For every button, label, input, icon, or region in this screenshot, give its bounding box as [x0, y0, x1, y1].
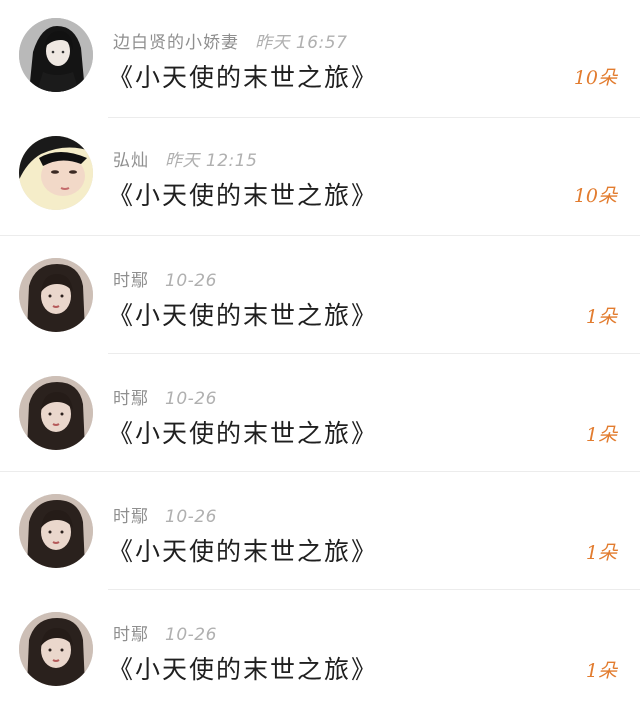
item-meta: 时鄢 10-26	[113, 620, 217, 645]
user-name[interactable]: 边白贤的小娇妻	[113, 28, 239, 53]
list-item[interactable]: 弘灿 昨天 12:15 《小天使的末世之旅》 10朵	[0, 118, 640, 236]
user-name[interactable]: 弘灿	[113, 146, 149, 171]
timestamp: 昨天 16:57	[255, 33, 348, 53]
avatar-photo-icon	[19, 494, 93, 568]
avatar[interactable]	[19, 612, 93, 686]
work-title[interactable]: 《小天使的末世之旅》	[108, 532, 378, 568]
timestamp: 昨天 12:15	[165, 151, 258, 171]
avatar[interactable]	[19, 258, 93, 332]
timestamp: 10-26	[165, 507, 217, 527]
user-name[interactable]: 时鄢	[113, 620, 149, 645]
user-name[interactable]: 时鄢	[113, 502, 149, 527]
avatar-photo-icon	[19, 258, 93, 332]
user-name[interactable]: 时鄢	[113, 384, 149, 409]
list-item[interactable]: 时鄢 10-26 《小天使的末世之旅》 1朵	[0, 354, 640, 472]
avatar[interactable]	[19, 376, 93, 450]
avatar[interactable]	[19, 136, 93, 210]
work-title[interactable]: 《小天使的末世之旅》	[108, 176, 378, 212]
item-meta: 时鄢 10-26	[113, 266, 217, 291]
timestamp: 10-26	[165, 625, 217, 645]
work-title[interactable]: 《小天使的末世之旅》	[108, 414, 378, 450]
user-name[interactable]: 时鄢	[113, 266, 149, 291]
flower-count: 10朵	[573, 185, 617, 207]
avatar[interactable]	[19, 494, 93, 568]
flower-count: 1朵	[585, 542, 617, 564]
avatar[interactable]	[19, 18, 93, 92]
item-meta: 弘灿 昨天 12:15	[113, 146, 258, 171]
flower-count: 1朵	[585, 306, 617, 328]
flower-count: 10朵	[573, 67, 617, 89]
item-meta: 时鄢 10-26	[113, 502, 217, 527]
avatar-photo-icon	[19, 136, 93, 210]
flower-count: 1朵	[585, 660, 617, 682]
list-item[interactable]: 时鄢 10-26 《小天使的末世之旅》 1朵	[0, 590, 640, 703]
timestamp: 10-26	[165, 389, 217, 409]
item-meta: 边白贤的小娇妻 昨天 16:57	[113, 28, 348, 53]
list-item[interactable]: 时鄢 10-26 《小天使的末世之旅》 1朵	[0, 236, 640, 354]
list-item[interactable]: 边白贤的小娇妻 昨天 16:57 《小天使的末世之旅》 10朵	[0, 0, 640, 118]
work-title[interactable]: 《小天使的末世之旅》	[108, 650, 378, 686]
item-meta: 时鄢 10-26	[113, 384, 217, 409]
flower-count: 1朵	[585, 424, 617, 446]
list-item[interactable]: 时鄢 10-26 《小天使的末世之旅》 1朵	[0, 472, 640, 590]
avatar-photo-icon	[19, 18, 93, 92]
avatar-photo-icon	[19, 376, 93, 450]
avatar-photo-icon	[19, 612, 93, 686]
timestamp: 10-26	[165, 271, 217, 291]
gift-record-list: 边白贤的小娇妻 昨天 16:57 《小天使的末世之旅》 10朵 弘灿 昨天 12…	[0, 0, 640, 703]
work-title[interactable]: 《小天使的末世之旅》	[108, 296, 378, 332]
work-title[interactable]: 《小天使的末世之旅》	[108, 58, 378, 94]
